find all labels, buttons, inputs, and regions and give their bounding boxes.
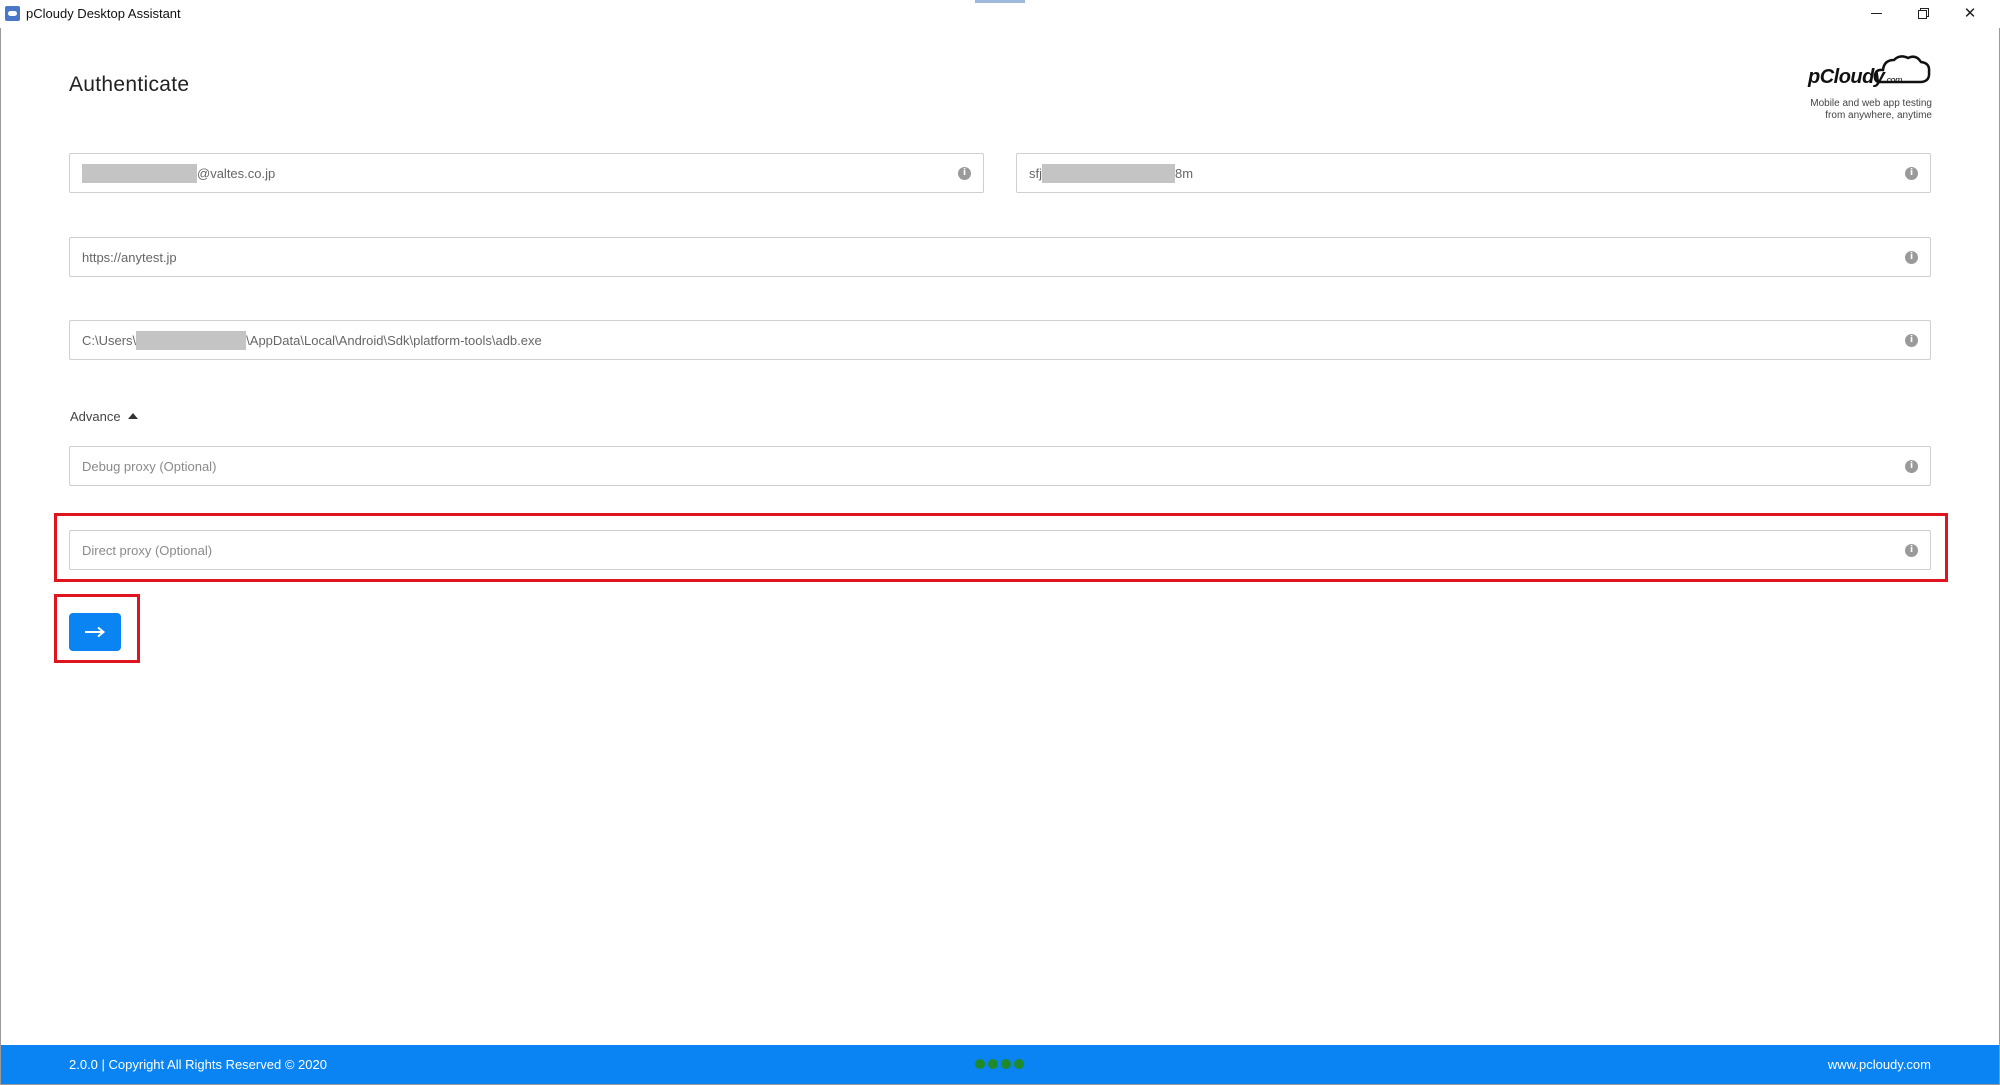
redacted-block [136, 330, 247, 350]
debug-proxy-field[interactable]: Debug proxy (Optional) i [69, 446, 1931, 486]
caret-up-icon [127, 413, 138, 419]
email-field[interactable]: @valtes.co.jp i [69, 153, 984, 193]
redacted-block [82, 163, 197, 183]
pcloudy-logo: pCloudy.com Mobile and web app testing f… [1780, 52, 1932, 124]
title-bar: pCloudy Desktop Assistant ✕ [0, 0, 2000, 28]
logo-tagline-1: Mobile and web app testing [1810, 98, 1932, 109]
footer-website-link[interactable]: www.pcloudy.com [1828, 1057, 1931, 1072]
status-dot [988, 1059, 998, 1069]
advance-label: Advance [70, 409, 121, 424]
info-icon[interactable]: i [1905, 167, 1918, 180]
highlight-direct-proxy [54, 513, 1948, 582]
minimize-icon [1870, 12, 1882, 14]
status-indicator [975, 1059, 1024, 1069]
restore-icon [1918, 8, 1929, 19]
title-accent-bar [975, 0, 1025, 3]
logo-wordmark: pCloudy.com [1807, 66, 1903, 88]
footer-copyright: 2.0.0 | Copyright All Rights Reserved © … [69, 1057, 327, 1072]
close-button[interactable]: ✕ [1947, 0, 1993, 26]
close-icon: ✕ [1963, 5, 1977, 22]
logo-tagline-2: from anywhere, anytime [1825, 110, 1932, 121]
redacted-block [1042, 163, 1175, 183]
debug-proxy-placeholder: Debug proxy (Optional) [82, 459, 217, 474]
advance-toggle[interactable]: Advance [70, 409, 138, 424]
email-value: @valtes.co.jp [82, 163, 275, 183]
info-icon[interactable]: i [958, 167, 971, 180]
info-icon[interactable]: i [1905, 334, 1918, 347]
window-title: pCloudy Desktop Assistant [26, 6, 181, 21]
status-dot [1001, 1059, 1011, 1069]
page-title: Authenticate [69, 73, 190, 96]
info-icon[interactable]: i [1905, 460, 1918, 473]
restore-button[interactable] [1900, 0, 1946, 26]
app-icon [5, 6, 20, 21]
adb-path-field[interactable]: C:\Users\ \AppData\Local\Android\Sdk\plat… [69, 320, 1931, 360]
minimize-button[interactable] [1853, 0, 1899, 26]
url-field[interactable]: https://anytest.jp i [69, 237, 1931, 277]
footer: 2.0.0 | Copyright All Rights Reserved © … [1, 1045, 1999, 1084]
api-key-value: sfj 8m [1029, 163, 1193, 183]
status-dot [1014, 1059, 1024, 1069]
status-dot [975, 1059, 985, 1069]
info-icon[interactable]: i [1905, 251, 1918, 264]
highlight-submit-button [54, 594, 140, 663]
api-key-field[interactable]: sfj 8m i [1016, 153, 1931, 193]
url-value: https://anytest.jp [82, 250, 177, 265]
adb-path-value: C:\Users\ \AppData\Local\Android\Sdk\plat… [82, 330, 542, 350]
